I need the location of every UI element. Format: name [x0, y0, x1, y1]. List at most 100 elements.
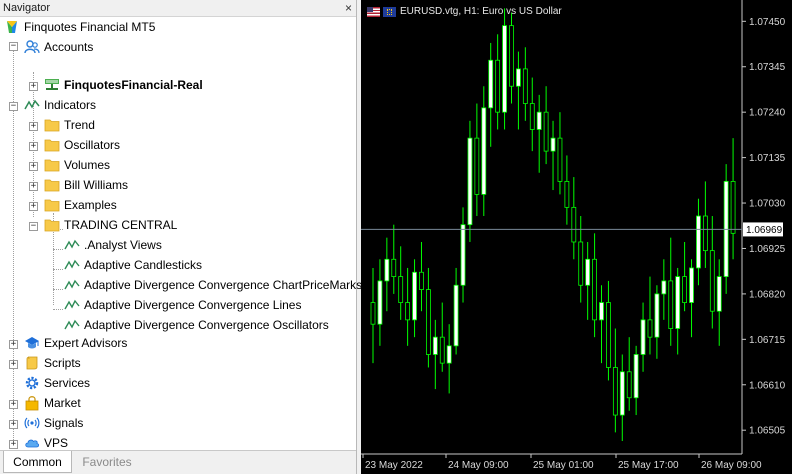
time-tick-label: 26 May 09:00 [701, 460, 762, 471]
expand-toggle[interactable]: + [29, 82, 38, 91]
candle-body [405, 302, 411, 321]
account-name: FinquotesFinancial-Real [64, 78, 203, 92]
collapse-toggle[interactable]: − [9, 42, 18, 51]
navigator-tab-bar: Common Favorites [0, 450, 356, 474]
candle-body [730, 181, 736, 234]
node-label: Services [44, 376, 91, 390]
folder-oscillators[interactable]: Oscillators [44, 135, 120, 155]
folder-trading-central[interactable]: TRADING CENTRAL [44, 215, 177, 235]
indicator-label: .Analyst Views [84, 238, 162, 252]
indicator-item[interactable]: Adaptive Divergence Convergence Oscillat… [64, 315, 329, 335]
collapse-toggle[interactable]: − [29, 222, 38, 231]
shopping-bag-icon [24, 395, 40, 411]
time-tick-label: 23 May 2022 [365, 460, 423, 471]
price-tick-label: 1.06505 [749, 426, 786, 437]
candle-body [495, 59, 501, 113]
gear-icon [24, 375, 40, 391]
expand-toggle[interactable]: + [29, 122, 38, 131]
candle-body [661, 280, 667, 295]
candle-body [626, 371, 632, 399]
price-tick-label: 1.06925 [749, 244, 786, 255]
candle-body [612, 367, 618, 416]
candle-body [702, 215, 708, 252]
folder-icon [44, 197, 60, 213]
tab-common[interactable]: Common [3, 451, 72, 473]
candle-body [509, 25, 514, 87]
folder-volumes[interactable]: Volumes [44, 155, 110, 175]
indicator-icon [24, 97, 40, 113]
expand-toggle[interactable]: + [9, 400, 18, 409]
candle-body [647, 319, 653, 338]
folder-examples[interactable]: Examples [44, 195, 117, 215]
candle-body [522, 68, 528, 104]
indicator-item[interactable]: Adaptive Candlesticks [64, 255, 202, 275]
expand-toggle[interactable]: + [29, 142, 38, 151]
candle-body [571, 206, 577, 243]
account-item[interactable]: FinquotesFinancial-Real [44, 75, 203, 95]
candle-body [689, 267, 694, 303]
candle-body [668, 280, 674, 329]
candle-body [585, 258, 591, 286]
candle-body [640, 319, 646, 355]
indicator-icon [64, 297, 80, 313]
candle-body [384, 258, 390, 282]
indicator-item[interactable]: .Analyst Views [64, 235, 162, 255]
candle-body [675, 276, 681, 329]
signal-icon [24, 415, 40, 431]
candle-body [377, 280, 383, 325]
expand-toggle[interactable]: + [29, 202, 38, 211]
indicator-item[interactable]: Adaptive Divergence Convergence ChartPri… [64, 275, 362, 295]
navigator-title: Navigator [3, 2, 51, 14]
tree-node-accounts[interactable]: Accounts [24, 37, 93, 57]
tree-guide-line [53, 309, 63, 310]
expand-toggle[interactable]: + [9, 360, 18, 369]
candle-body [502, 25, 507, 113]
root-label: Finquotes Financial MT5 [24, 20, 156, 34]
accounts-label: Accounts [44, 40, 94, 54]
price-tick-label: 1.06820 [749, 289, 786, 300]
expand-toggle[interactable]: + [29, 162, 38, 171]
collapse-toggle[interactable]: − [9, 102, 18, 111]
folder-icon [44, 157, 60, 173]
indicators-label: Indicators [44, 98, 97, 112]
price-tick-label: 1.07135 [749, 153, 786, 164]
tree-node-expert-advisors[interactable]: Expert Advisors [24, 333, 127, 353]
candle-body [425, 289, 431, 355]
candle-body [460, 224, 466, 286]
price-tick-label: 1.06610 [749, 380, 786, 391]
tab-favorites[interactable]: Favorites [74, 451, 140, 473]
indicator-item[interactable]: Adaptive Divergence Convergence Lines [64, 295, 301, 315]
indicator-icon [64, 277, 80, 293]
navigator-header: Navigator × [0, 0, 356, 17]
candle-body [439, 336, 445, 364]
tree-node-scripts[interactable]: Scripts [24, 353, 81, 373]
candle-body [709, 250, 715, 312]
close-icon[interactable]: × [345, 2, 352, 14]
expand-toggle[interactable]: + [9, 340, 18, 349]
expand-toggle[interactable]: + [9, 420, 18, 429]
price-chart[interactable]: 1.07450 1.07345 1.07240 1.07135 1.07030 1.069… [361, 0, 792, 474]
candle-body [398, 276, 404, 303]
tree-guide-line [53, 249, 63, 250]
tree-node-market[interactable]: Market [24, 393, 81, 413]
candle-body [419, 271, 424, 290]
folder-icon [44, 217, 60, 233]
indicator-icon [64, 317, 80, 333]
price-tick-label: 1.06715 [749, 335, 786, 346]
tree-node-signals[interactable]: Signals [24, 413, 83, 433]
folder-icon [44, 117, 60, 133]
folder-icon [44, 137, 60, 153]
folder-trend[interactable]: Trend [44, 115, 95, 135]
graduation-cap-icon [24, 335, 40, 351]
tree-node-indicators[interactable]: Indicators [24, 95, 96, 115]
chart-canvas[interactable]: 1.07450 1.07345 1.07240 1.07135 1.07030 1.069… [361, 0, 792, 474]
tree-node-services[interactable]: Services [24, 373, 90, 393]
expand-toggle[interactable]: + [9, 440, 18, 449]
expand-toggle[interactable]: + [29, 182, 38, 191]
tree-root[interactable]: Finquotes Financial MT5 [4, 17, 155, 37]
indicator-icon [64, 257, 80, 273]
folder-bill-williams[interactable]: Bill Williams [44, 175, 128, 195]
server-account-icon [44, 77, 60, 93]
price-tick-label: 1.07450 [749, 17, 786, 28]
folder-label: Trend [64, 118, 95, 132]
